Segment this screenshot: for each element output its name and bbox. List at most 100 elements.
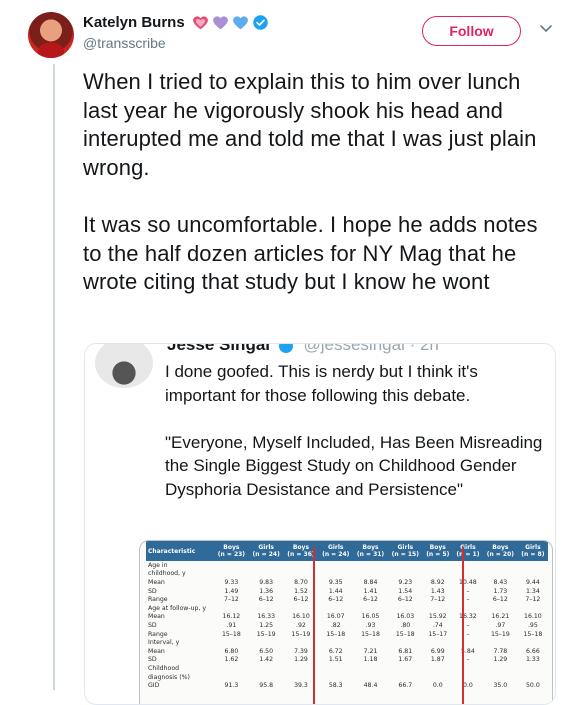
table-cell: [214, 604, 249, 613]
table-cell: Age at follow-up, y: [148, 604, 207, 612]
table-cell: [249, 638, 284, 647]
table-cell: [388, 570, 423, 579]
table-row: Range 7–12 6–12 6–12 6–12 6–12 6–12 7–12–6–12 7–…: [146, 595, 548, 604]
table-header-cell: Boys (n = 31): [353, 541, 388, 561]
table-cell: [318, 561, 353, 570]
quoted-avatar: [95, 344, 153, 388]
table-cell: 7.78: [493, 647, 508, 655]
table-row: Mean 9.33 9.83 8.70 9.35 8.84 9.23 8.92 10.48 8.4…: [146, 578, 548, 587]
display-name[interactable]: Katelyn Burns: [83, 14, 185, 31]
table-header-cell: Boys (n = 5): [422, 541, 453, 561]
table-cell: .95: [527, 621, 538, 629]
table-header-cell: Girls (n = 8): [517, 541, 548, 561]
red-divider-line: [313, 547, 315, 704]
table-cell: –: [466, 656, 470, 664]
table-cell: 16.10: [524, 613, 542, 621]
table-cell: [214, 570, 249, 579]
heart-gift-icon: [192, 16, 208, 30]
table-row: Age at follow-up, y: [146, 604, 548, 613]
table-cell: [483, 604, 518, 613]
quoted-author-row: Jesse Singal @jessesingal · 2h: [167, 344, 439, 355]
avatar[interactable]: [28, 12, 74, 58]
table-cell: 7.21: [363, 647, 378, 655]
table-cell: 35.0: [493, 682, 508, 690]
table-cell: 6.80: [224, 647, 239, 655]
table-row: SD 1.49 1.36 1.52 1.44 1.41 1.54 1.43–1.73 1.34: [146, 587, 548, 596]
table-cell: Range: [148, 596, 168, 604]
table-cell: 1.29: [493, 656, 508, 664]
table-cell: [518, 664, 548, 673]
data-table: Characteristic Boys (n = 23) Girls (n = 24…: [146, 541, 548, 690]
table-cell: [249, 561, 284, 570]
table-cell: 6.99: [430, 647, 445, 655]
table-cell: [388, 673, 423, 682]
table-cell: [483, 561, 518, 570]
table-cell: 1.87: [430, 656, 445, 664]
table-cell: 16.33: [257, 613, 276, 621]
table-cell: [249, 604, 284, 613]
table-cell: 9.33: [224, 578, 239, 586]
table-cell: 15–19: [256, 630, 276, 638]
follow-button[interactable]: Follow: [422, 16, 521, 46]
table-cell: 6.66: [525, 647, 540, 655]
chevron-down-icon[interactable]: [539, 24, 553, 34]
table-cell: [214, 664, 249, 673]
table-cell: Interval, y: [148, 639, 180, 647]
table-header-cell: Girls (n = 15): [387, 541, 423, 561]
quoted-tweet[interactable]: Jesse Singal @jessesingal · 2h I done go…: [84, 343, 556, 705]
table-header-cell: Boys (n = 20): [482, 541, 518, 561]
table-cell: 1.54: [398, 587, 413, 595]
table-cell: SD: [148, 656, 157, 664]
table-cell: 5.84: [461, 647, 475, 655]
table-cell: 8.84: [363, 578, 378, 586]
table-row: childhood, y: [146, 570, 548, 579]
table-cell: [483, 673, 518, 682]
handle[interactable]: @transscribe: [83, 35, 166, 51]
table-cell: 7–12: [525, 596, 541, 604]
table-header-cell: Girls (n = 1): [452, 541, 483, 561]
table-cell: 15–18: [221, 630, 241, 638]
table-cell: 1.34: [525, 587, 540, 595]
table-cell: –: [466, 596, 470, 604]
table-cell: [423, 570, 453, 579]
table-cell: 15–18: [523, 630, 543, 638]
table-cell: 1.33: [525, 656, 540, 664]
table-cell: 1.67: [398, 656, 413, 664]
tweet-text: When I tried to explain this to him over…: [83, 69, 538, 295]
table-cell: 1.44: [328, 587, 343, 595]
table-cell: Mean: [148, 647, 165, 655]
table-cell: 15–18: [326, 630, 346, 638]
table-cell: [353, 664, 388, 673]
table-cell: 16.21: [491, 613, 510, 621]
table-cell: [353, 561, 388, 570]
table-cell: 48.4: [363, 682, 378, 690]
table-cell: [518, 570, 548, 579]
table-cell: [483, 638, 518, 647]
table-cell: [353, 638, 388, 647]
table-cell: SD: [148, 587, 157, 595]
table-cell: 15–17: [428, 630, 448, 638]
table-row: Interval, y: [146, 638, 548, 647]
table-cell: .91: [226, 621, 237, 629]
table-cell: 6.72: [328, 647, 343, 655]
table-cell: 50.0: [525, 682, 540, 690]
quoted-media-table-image[interactable]: Characteristic Boys (n = 23) Girls (n = 24…: [139, 540, 553, 704]
table-cell: 6.81: [398, 647, 413, 655]
table-cell: [249, 570, 284, 579]
table-cell: 9.44: [525, 578, 540, 586]
table-cell: [518, 561, 548, 570]
table-cell: [214, 673, 249, 682]
table-cell: 16.12: [222, 613, 241, 621]
purple-heart-icon: [212, 16, 228, 30]
table-cell: 9.83: [259, 578, 274, 586]
table-cell: [483, 570, 518, 579]
table-cell: [518, 673, 548, 682]
table-cell: [388, 638, 423, 647]
table-cell: [388, 604, 423, 613]
table-cell: [214, 638, 249, 647]
table-cell: 9.23: [398, 578, 413, 586]
table-cell: [453, 604, 483, 613]
table-cell: 15–18: [361, 630, 380, 638]
table-cell: 66.7: [398, 682, 413, 690]
table-row: Mean 16.12 16.33 16.10 16.07 16.05 16.03 15.92 1…: [146, 613, 548, 622]
